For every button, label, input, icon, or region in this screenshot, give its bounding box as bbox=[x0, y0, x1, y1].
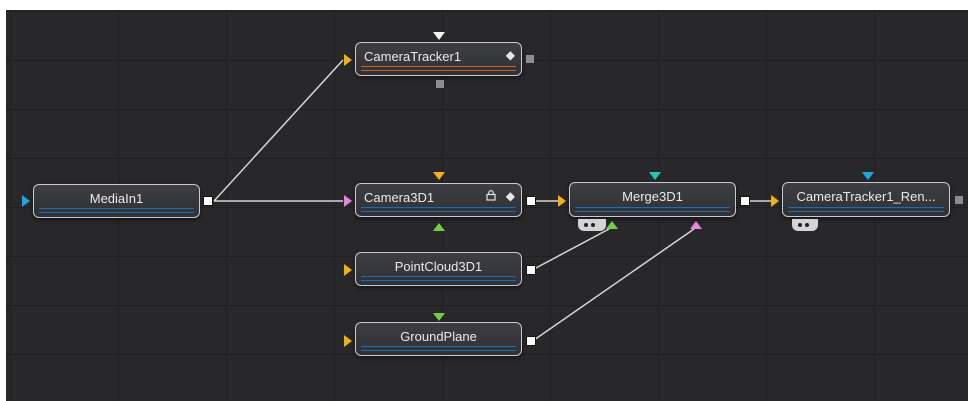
input-arrow-green-icon[interactable] bbox=[433, 223, 445, 231]
input-arrow-orange-icon[interactable] bbox=[771, 195, 779, 207]
keyframe-diamond-icon[interactable]: ◆ bbox=[506, 189, 515, 203]
extra-inputs-indicator[interactable] bbox=[792, 219, 818, 231]
dot-icon bbox=[584, 223, 588, 227]
node-cameratracker1[interactable]: CameraTracker1 ◆ bbox=[355, 42, 522, 76]
input-arrow-blue-icon[interactable] bbox=[22, 195, 30, 207]
node-status-bar bbox=[361, 207, 516, 212]
output-port[interactable] bbox=[526, 196, 536, 206]
input-arrow-green-icon[interactable] bbox=[433, 313, 445, 321]
wire-groundplane-to-merge3d[interactable] bbox=[533, 228, 695, 341]
input-arrow-blue-icon[interactable] bbox=[862, 172, 874, 180]
output-port[interactable] bbox=[203, 196, 213, 206]
wire-pointcloud-to-merge3d[interactable] bbox=[533, 228, 610, 270]
input-arrow-white-icon[interactable] bbox=[433, 32, 445, 40]
node-groundplane[interactable]: GroundPlane bbox=[355, 322, 522, 356]
extra-inputs-indicator[interactable] bbox=[578, 219, 606, 231]
dot-icon bbox=[805, 223, 809, 227]
output-port[interactable] bbox=[526, 336, 536, 346]
node-pointcloud3d1[interactable]: PointCloud3D1 bbox=[355, 252, 522, 286]
node-camera3d1[interactable]: Camera3D1 ◆ bbox=[355, 183, 522, 217]
lock-icon[interactable] bbox=[485, 189, 505, 203]
input-arrow-orange-icon[interactable] bbox=[344, 54, 352, 66]
node-status-bar bbox=[361, 346, 516, 351]
node-status-bar bbox=[575, 207, 730, 212]
node-status-bar bbox=[788, 207, 944, 212]
input-arrow-orange-icon[interactable] bbox=[344, 264, 352, 276]
output-port[interactable] bbox=[526, 265, 536, 275]
node-merge3d1[interactable]: Merge3D1 bbox=[569, 182, 736, 217]
input-arrow-cyan-icon[interactable] bbox=[649, 172, 661, 180]
input-arrow-green-icon[interactable] bbox=[606, 221, 618, 229]
output-port[interactable] bbox=[740, 196, 750, 206]
bottom-port[interactable] bbox=[436, 80, 444, 88]
input-arrow-pink-icon[interactable] bbox=[344, 195, 352, 207]
dot-icon bbox=[798, 223, 802, 227]
node-label: CameraTracker1 bbox=[364, 49, 462, 64]
keyframe-diamond-icon[interactable]: ◆ bbox=[506, 48, 515, 62]
dot-icon bbox=[591, 223, 595, 227]
node-label: MediaIn1 bbox=[89, 191, 144, 206]
input-arrow-orange-icon[interactable] bbox=[558, 195, 566, 207]
node-label: Merge3D1 bbox=[622, 189, 683, 204]
node-label: GroundPlane bbox=[400, 329, 477, 344]
node-label: CameraTracker1_Ren... bbox=[796, 189, 936, 204]
wire-mediain-to-cameratracker[interactable] bbox=[213, 59, 344, 202]
input-arrow-orange-icon[interactable] bbox=[433, 172, 445, 180]
node-mediain1[interactable]: MediaIn1 bbox=[33, 184, 200, 218]
node-status-bar bbox=[361, 276, 516, 281]
input-arrow-pink-icon[interactable] bbox=[690, 221, 702, 229]
node-label: PointCloud3D1 bbox=[394, 259, 483, 274]
node-cameratracker1-renderer[interactable]: CameraTracker1_Ren... bbox=[782, 182, 950, 217]
input-arrow-orange-icon[interactable] bbox=[344, 335, 352, 347]
node-icons: ◆ bbox=[485, 189, 515, 203]
node-status-bar bbox=[39, 208, 194, 213]
flow-editor: MediaIn1 CameraTracker1 ◆ Camera3D1 ◆ Me… bbox=[0, 0, 968, 401]
output-port[interactable] bbox=[955, 196, 963, 204]
node-status-bar bbox=[361, 66, 516, 71]
output-port[interactable] bbox=[526, 55, 534, 63]
